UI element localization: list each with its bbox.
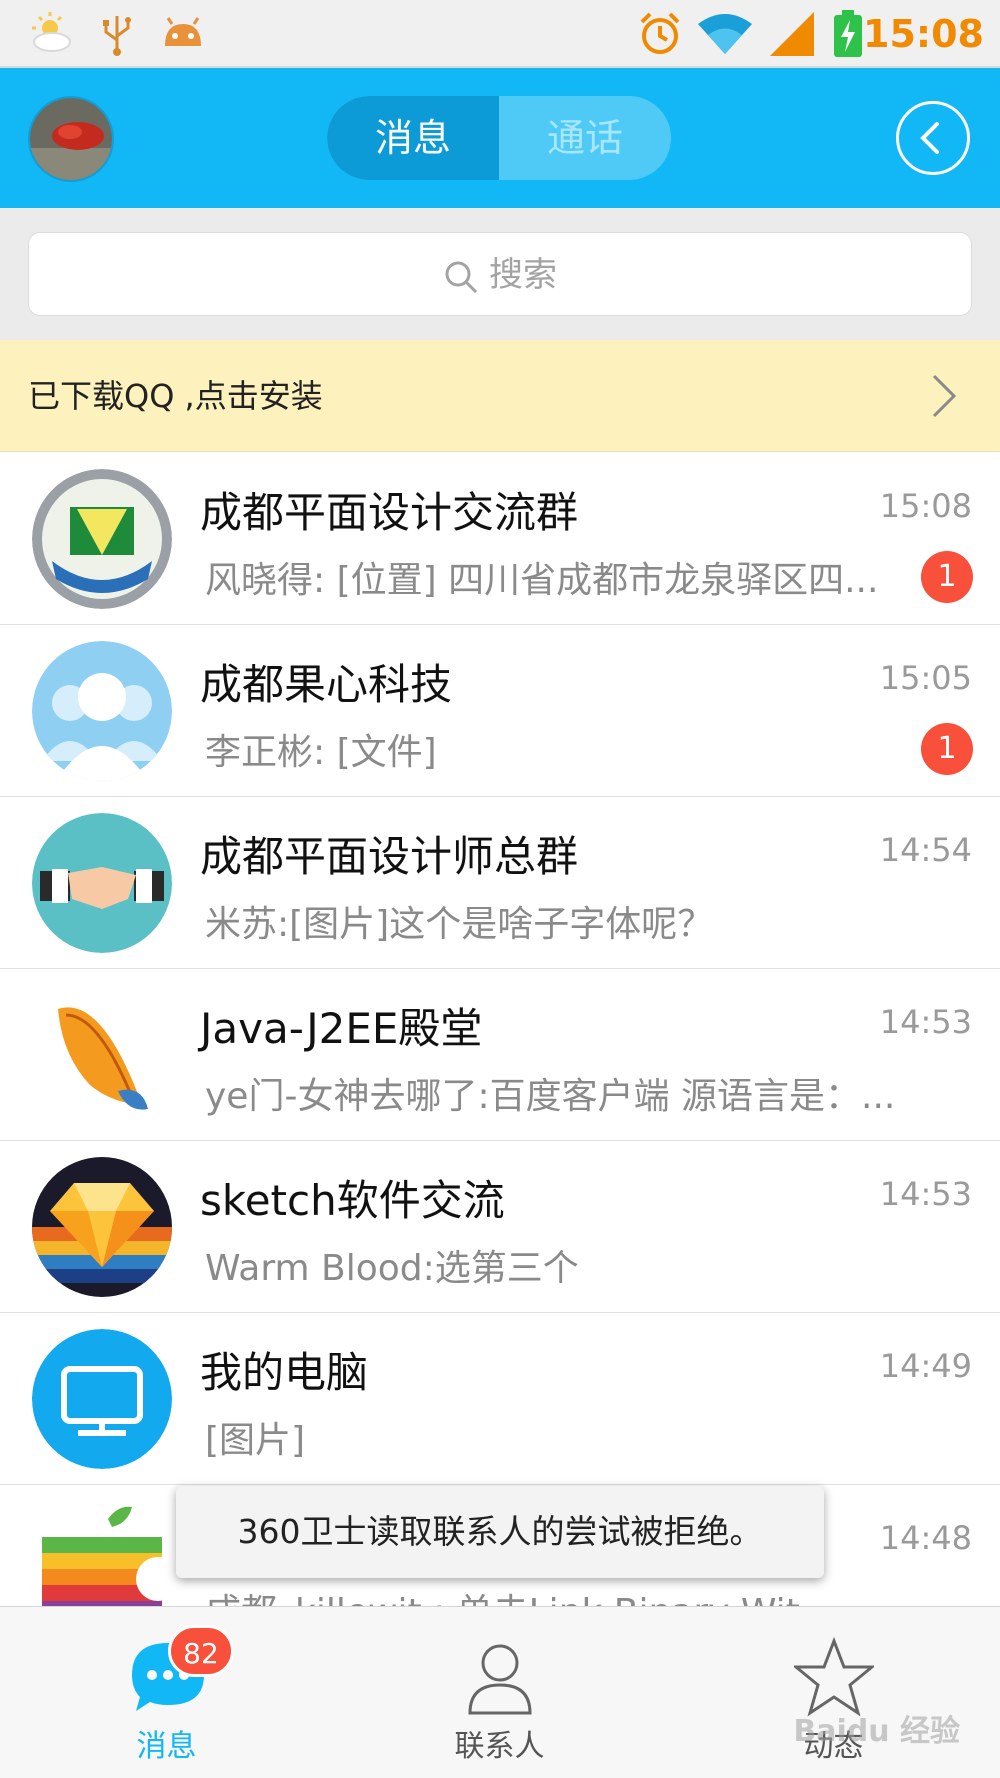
conversation-preview: 风晓得: [位置] 四川省成都市龙泉驿区四... <box>205 560 879 601</box>
contact-person-icon <box>467 1644 532 1715</box>
unread-badge: 1 <box>921 551 973 603</box>
star-icon <box>793 1637 874 1717</box>
group-avatar <box>32 813 172 953</box>
conversation-time: 14:49 <box>879 1347 972 1385</box>
alarm-icon <box>640 12 680 54</box>
conversation-time: 14:53 <box>879 1175 972 1213</box>
nav-messages[interactable]: 82 消息 <box>0 1607 333 1778</box>
conversation-preview: 李正彬: [文件] <box>205 732 437 773</box>
conversation-row[interactable]: 我的电脑 14:49 [图片] <box>0 1313 1000 1485</box>
my-computer-avatar <box>32 1329 172 1469</box>
nav-label: 消息 <box>136 1729 197 1764</box>
battery-charging-icon <box>834 10 862 57</box>
conversation-name: sketch软件交流 <box>200 1176 505 1225</box>
conversation-name: 成都平面设计师总群 <box>200 832 579 881</box>
banner-text: 已下载QQ ,点击安装 <box>28 377 323 415</box>
conversation-preview: ye门-女神去哪了:百度客户端 源语言是：... <box>205 1076 896 1117</box>
conversation-name: 我的电脑 <box>200 1348 369 1397</box>
chevron-left-icon <box>920 122 939 154</box>
conversation-preview: [图片] <box>205 1420 306 1461</box>
weather-icon <box>32 12 71 52</box>
baidu-watermark: Baidu 经验 <box>793 1714 960 1749</box>
android-debug-icon <box>165 17 201 46</box>
conversation-time: 14:53 <box>879 1003 972 1041</box>
status-bar: 15:08 <box>0 0 1000 68</box>
status-time: 15:08 <box>863 12 984 56</box>
signal-icon <box>770 12 814 56</box>
back-button[interactable] <box>896 101 970 175</box>
conversation-row[interactable]: sketch软件交流 14:53 Warm Blood:选第三个 <box>0 1141 1000 1313</box>
unread-badge: 1 <box>921 723 973 775</box>
avatar-image <box>30 98 112 180</box>
tab-calls[interactable]: 通话 <box>499 96 671 180</box>
search-placeholder: 搜索 <box>489 255 557 295</box>
bottom-nav: 82 消息 联系人 动态 Baidu 经验 <box>0 1606 1000 1778</box>
install-qq-banner[interactable]: 已下载QQ ,点击安装 <box>0 340 1000 452</box>
group-avatar <box>32 1157 172 1297</box>
conversation-name: 成都平面设计交流群 <box>200 488 579 537</box>
tab-messages[interactable]: 消息 <box>327 96 499 180</box>
group-avatar <box>32 469 172 609</box>
title-bar: 消息 通话 <box>0 68 1000 208</box>
conversation-time: 14:54 <box>879 831 972 869</box>
conversation-row[interactable]: 成都平面设计交流群 15:08 风晓得: [位置] 四川省成都市龙泉驿区四...… <box>0 453 1000 625</box>
conversation-preview: Warm Blood:选第三个 <box>205 1248 579 1289</box>
nav-contacts[interactable]: 联系人 <box>333 1607 666 1778</box>
nav-label: 联系人 <box>454 1729 545 1764</box>
header-tabs: 消息 通话 <box>327 96 671 180</box>
conversation-name: 成都果心科技 <box>200 660 453 709</box>
group-avatar <box>32 985 172 1125</box>
search-area: 搜索 <box>0 208 1000 340</box>
group-avatar <box>32 641 172 781</box>
search-input[interactable]: 搜索 <box>28 232 972 316</box>
nav-feed[interactable]: 动态 <box>667 1607 1000 1778</box>
chevron-right-icon <box>932 374 957 418</box>
conversation-time: 15:08 <box>879 487 972 525</box>
my-avatar[interactable] <box>28 96 114 182</box>
conversation-row[interactable]: Java-J2EE殿堂 14:53 ye门-女神去哪了:百度客户端 源语言是：.… <box>0 969 1000 1141</box>
usb-icon <box>103 16 131 56</box>
conversation-time: 14:48 <box>879 1519 972 1557</box>
conversation-preview: 米苏:[图片]这个是啥子字体呢？ <box>205 904 714 945</box>
conversation-time: 15:05 <box>879 659 972 697</box>
conversation-name: Java-J2EE殿堂 <box>200 1004 483 1053</box>
toast-message: 360卫士读取联系人的尝试被拒绝。 <box>176 1486 824 1578</box>
search-icon <box>445 261 478 293</box>
nav-unread-badge: 82 <box>168 1625 234 1677</box>
conversation-row[interactable]: 成都果心科技 15:05 李正彬: [文件] 1 <box>0 625 1000 797</box>
wifi-icon <box>698 14 752 54</box>
conversation-row[interactable]: 成都平面设计师总群 14:54 米苏:[图片]这个是啥子字体呢？ <box>0 797 1000 969</box>
